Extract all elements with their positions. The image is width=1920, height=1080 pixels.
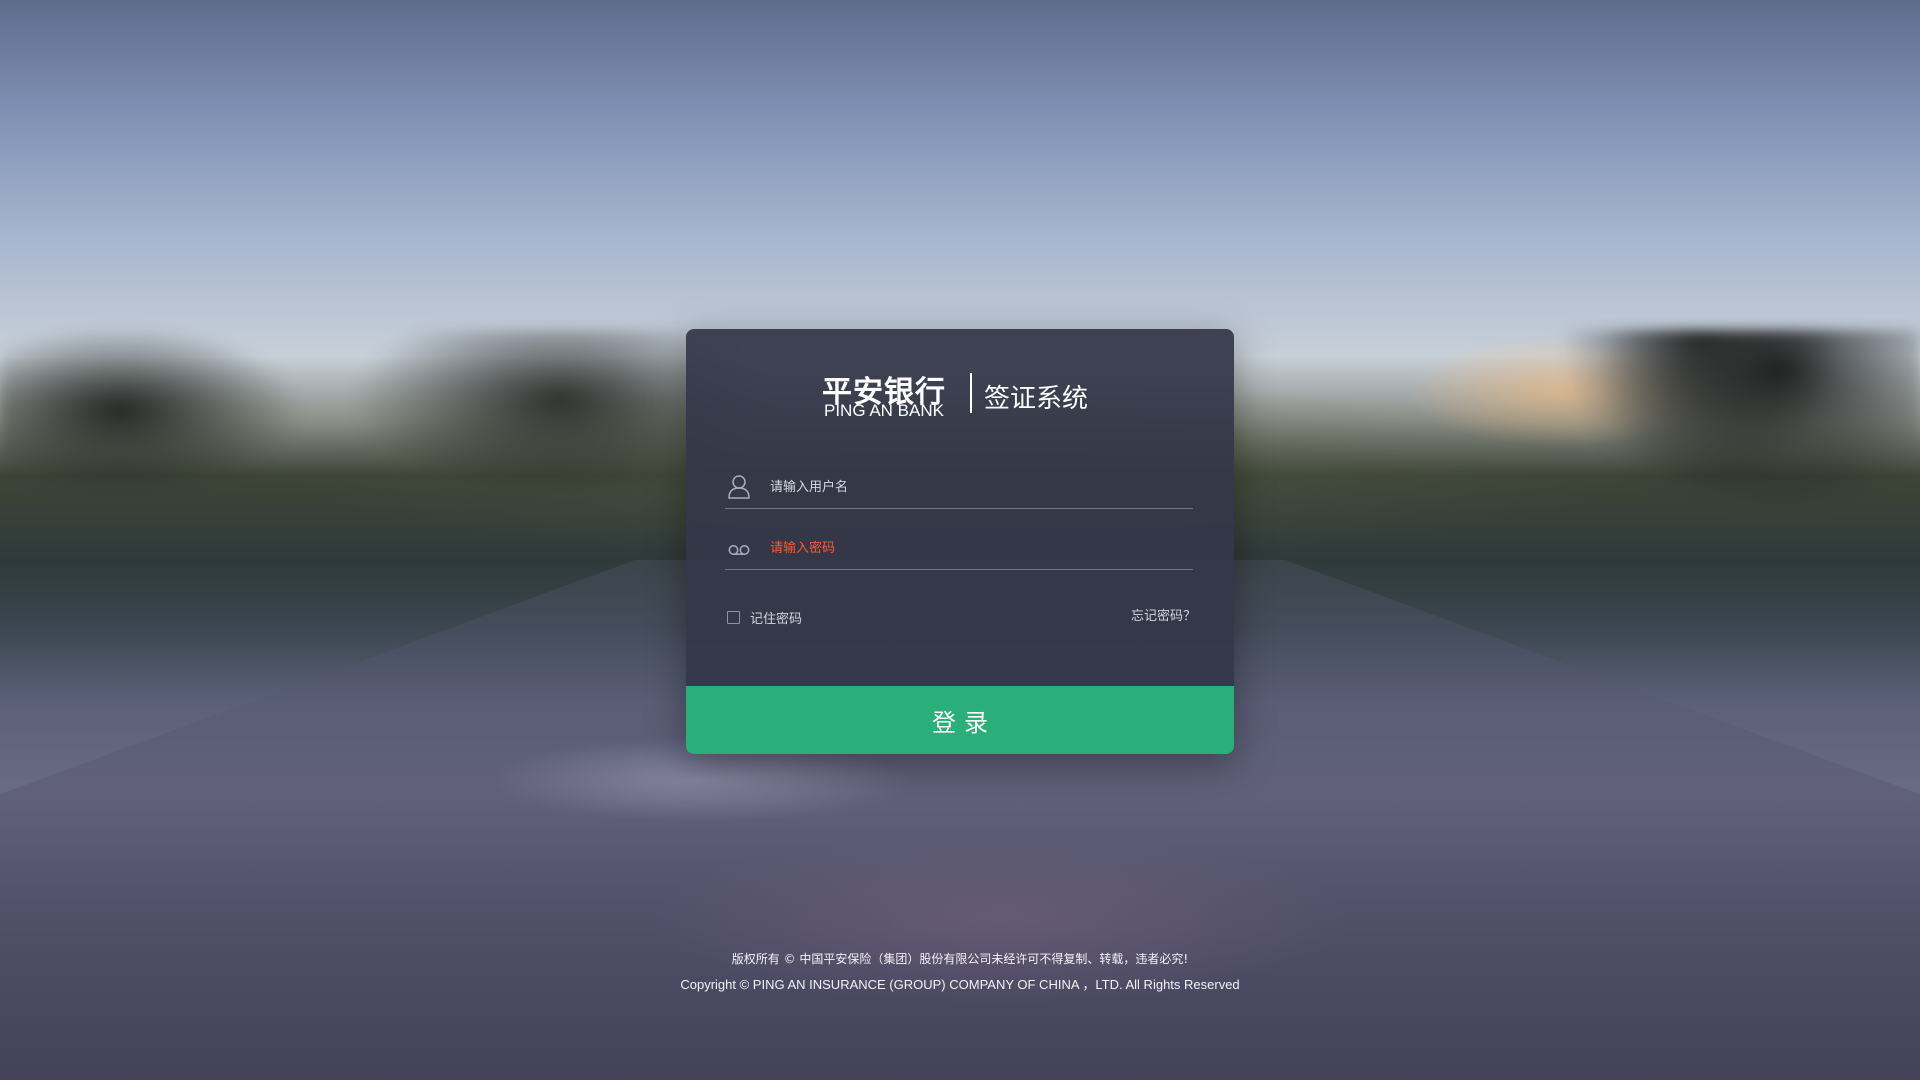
remember-password-toggle[interactable]: 记住密码 <box>727 607 802 627</box>
remember-password-label: 记住密码 <box>750 611 803 627</box>
footer-copyright-cn: 版权所有 © 中国平安保险（集团）股份有限公司未经许可不得复制、转载，违者必究! <box>731 952 1189 966</box>
logo-divider <box>970 373 972 413</box>
forgot-password-link[interactable]: 忘记密码？ <box>1131 607 1196 627</box>
password-field <box>725 529 1193 570</box>
login-card: 平安银行 PING AN BANK 签证系统 记住密码 忘记密码？ 登录 <box>686 329 1234 754</box>
login-button[interactable]: 登录 <box>686 686 1234 754</box>
password-input[interactable] <box>770 535 1170 561</box>
brand-name-en: PING AN BANK <box>824 401 944 420</box>
system-name: 签证系统 <box>984 384 1089 414</box>
brand-logo: 平安银行 PING AN BANK 签证系统 <box>822 367 1112 420</box>
password-icon <box>727 535 751 561</box>
remember-password-checkbox[interactable] <box>727 610 740 624</box>
username-input[interactable] <box>770 474 1170 500</box>
footer-copyright-en: Copyright © PING AN INSURANCE (GROUP) CO… <box>680 977 1240 992</box>
username-field <box>725 468 1193 509</box>
user-icon <box>727 474 751 500</box>
